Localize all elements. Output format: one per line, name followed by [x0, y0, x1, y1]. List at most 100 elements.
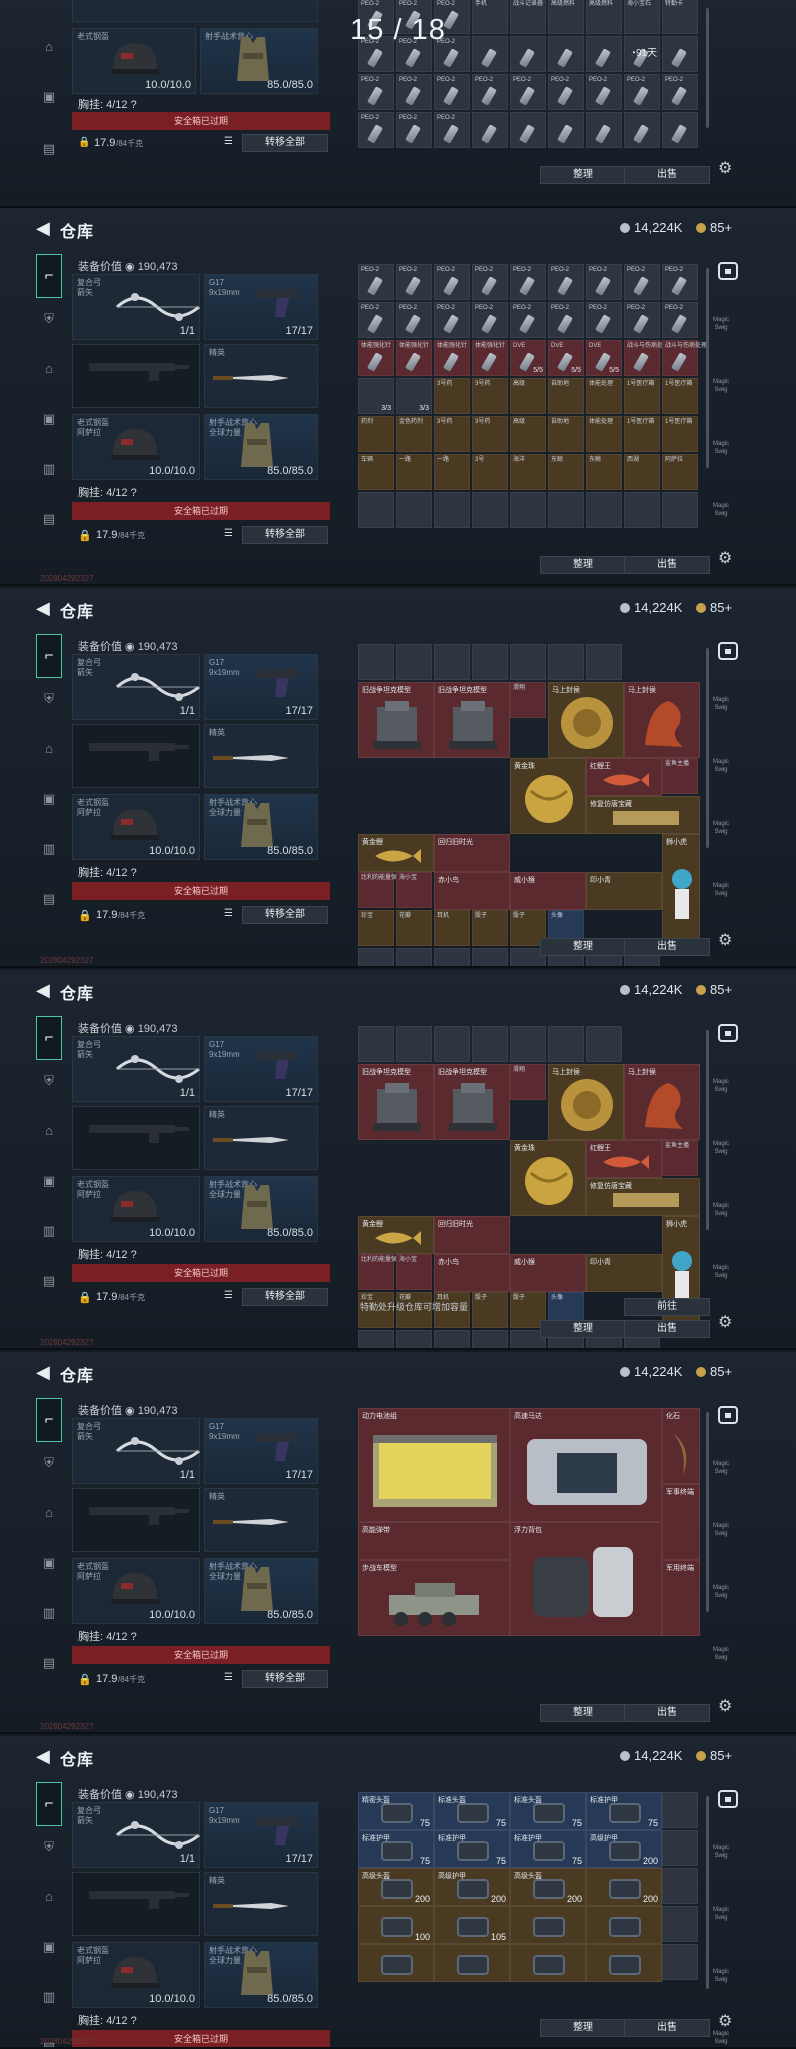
toolbox-tab-icon[interactable]: ▤ — [40, 1272, 58, 1290]
inventory-item[interactable]: 马上封侯 — [624, 682, 700, 758]
inventory-item[interactable]: 精密头盔 75 — [358, 1792, 434, 1830]
inventory-item[interactable] — [586, 1944, 662, 1982]
inventory-item[interactable]: 步战车模型 — [358, 1560, 510, 1636]
inventory-item[interactable]: PEO-2 — [586, 302, 622, 338]
helmet-slot[interactable]: 老式钢盔 阿萨拉 10.0/10.0 — [72, 414, 200, 480]
inventory-item[interactable]: 黄金鲤 — [358, 1216, 434, 1254]
inventory-item[interactable]: 滑翔 — [510, 1064, 546, 1100]
gold-currency[interactable]: 85+ — [696, 982, 732, 997]
helmet-tab-icon[interactable]: ⌂ — [40, 740, 58, 758]
sort-button[interactable]: 整理 — [540, 2019, 626, 2037]
bag-tab-icon[interactable]: ▥ — [40, 460, 58, 478]
primary-weapon-slot[interactable]: 复合弓 箭矢 1/1 — [72, 274, 200, 340]
backpack-tab-icon[interactable]: ▣ — [40, 1938, 58, 1956]
inventory-item[interactable]: PEO-2 — [548, 74, 584, 110]
inventory-item[interactable]: PEO-2 — [434, 74, 470, 110]
inventory-item[interactable]: 1号医疗箱 — [624, 416, 660, 452]
back-icon[interactable]: ◀ — [36, 218, 50, 239]
inventory-item[interactable]: 耳机 — [434, 910, 470, 946]
inventory-item[interactable] — [396, 644, 432, 680]
helmet-slot[interactable]: 老式钢盔 阿萨拉 10.0/10.0 — [72, 1942, 200, 2008]
backpack-tab-icon[interactable]: ▣ — [40, 1554, 58, 1572]
inventory-item[interactable] — [586, 1906, 662, 1944]
inventory-item[interactable]: PEO-2 — [396, 264, 432, 300]
inventory-item[interactable] — [358, 492, 394, 528]
inventory-item[interactable]: PEO-2 — [358, 112, 394, 148]
sort-button[interactable]: 整理 — [540, 166, 626, 184]
inventory-item[interactable]: PEO-2 — [510, 302, 546, 338]
inventory-item[interactable]: 黄金鲤 — [358, 834, 434, 872]
sell-button[interactable]: 出售 — [624, 938, 710, 956]
inventory-item[interactable]: PEO-2 — [662, 264, 698, 300]
inventory-item[interactable]: 比利的能量弹 — [358, 872, 397, 908]
inventory-item[interactable]: PEO-2 — [396, 74, 432, 110]
back-icon[interactable]: ◀ — [36, 980, 50, 1001]
inventory-item[interactable]: 3号药 — [434, 416, 470, 452]
chest-rig[interactable]: 胸挂: 4/12 ? — [78, 2012, 318, 2030]
inventory-item[interactable]: PEO-2 — [434, 112, 470, 148]
inventory-item[interactable]: 高级头盔 200 — [510, 1868, 586, 1906]
pistol-slot[interactable]: G17 9x19mm 17/17 — [204, 654, 318, 720]
inventory-item[interactable] — [358, 1944, 434, 1982]
armor-tab-icon[interactable]: ⛨ — [40, 690, 58, 708]
pistol-slot[interactable]: G17 9x19mm 17/17 — [204, 1418, 318, 1484]
inventory-item[interactable]: 赤小鸟 — [434, 872, 510, 910]
inventory-item[interactable]: PEO-2 — [358, 264, 394, 300]
inventory-item[interactable] — [662, 492, 698, 528]
inventory-item[interactable]: 药剂 — [358, 416, 394, 452]
storage-mode-icon[interactable] — [718, 1790, 738, 1808]
inventory-item[interactable]: 骰子 — [472, 910, 508, 946]
primary-weapon-slot[interactable]: 复合弓 箭矢 1/1 — [72, 1802, 200, 1868]
inventory-item[interactable]: 体能强化针 — [358, 340, 394, 376]
inventory-item[interactable]: 马上封侯 — [548, 1064, 624, 1140]
armor-slot[interactable]: 射手战术背心 全球力量 85.0/85.0 — [204, 414, 318, 480]
inventory-item[interactable]: 体能强化针 — [472, 340, 508, 376]
helmet-tab-icon[interactable]: ⌂ — [40, 1122, 58, 1140]
inventory-item[interactable] — [358, 948, 394, 966]
inventory-item[interactable] — [662, 1868, 698, 1904]
inventory-item[interactable]: 东鲸 — [548, 454, 584, 490]
inventory-item[interactable]: PEO-2 — [624, 264, 660, 300]
inventory-item[interactable] — [434, 1026, 470, 1062]
rifle-slot[interactable] — [72, 1106, 200, 1170]
melee-slot[interactable]: 精英 — [204, 1106, 318, 1170]
primary-weapon-slot[interactable]: 复合弓 箭矢 1/1 — [72, 654, 200, 720]
chest-rig[interactable]: 胸挂: 4/12 ? — [78, 484, 318, 502]
armor-slot[interactable]: 射手战术背心 全球力量 85.0/85.0 — [204, 1176, 318, 1242]
rifle-slot[interactable] — [72, 344, 200, 408]
inventory-item[interactable]: 标准头盔 75 — [510, 1792, 586, 1830]
back-icon[interactable]: ◀ — [36, 598, 50, 619]
inventory-item[interactable]: 1号医疗箱 — [624, 378, 660, 414]
sell-button[interactable]: 出售 — [624, 1704, 710, 1722]
inventory-item[interactable] — [472, 492, 508, 528]
inventory-item[interactable]: 体能处理 — [586, 416, 622, 452]
inventory-item[interactable]: 标准护甲 75 — [510, 1830, 586, 1868]
armor-tab-icon[interactable]: ⛨ — [40, 1454, 58, 1472]
inventory-item[interactable] — [586, 112, 622, 148]
inventory-item[interactable]: 高速马达 — [510, 1408, 662, 1522]
transfer-all-button[interactable]: 转移全部 — [242, 134, 328, 152]
bag-tab-icon[interactable]: ▥ — [40, 1988, 58, 2006]
inventory-item[interactable] — [662, 1906, 698, 1942]
inventory-item[interactable]: DVE 5/5 — [586, 340, 622, 376]
safebox-warning[interactable]: 安全箱已过期 — [72, 882, 330, 900]
inventory-item[interactable]: 动力电池组 — [358, 1408, 510, 1522]
inventory-item[interactable] — [396, 1026, 432, 1062]
gold-currency[interactable]: 85+ — [696, 600, 732, 615]
inventory-item[interactable]: 珍宝 — [358, 910, 394, 946]
inventory-item[interactable]: 3号药 — [472, 378, 508, 414]
inventory-item[interactable]: 旧战争坦克模型 — [434, 682, 510, 758]
inventory-item[interactable]: 海洋 — [510, 454, 546, 490]
inventory-item[interactable]: 自助地 — [548, 378, 584, 414]
inventory-item[interactable]: DVE 5/5 — [510, 340, 546, 376]
inventory-item[interactable]: 浮力背包 — [510, 1522, 662, 1636]
inventory-item[interactable]: 1号医疗箱 — [662, 416, 698, 452]
gold-currency[interactable]: 85+ — [696, 1748, 732, 1763]
inventory-item[interactable]: PEO-2 — [510, 264, 546, 300]
rifle-slot[interactable] — [72, 1488, 200, 1552]
inventory-item[interactable] — [434, 644, 470, 680]
inventory-item[interactable]: 3号药 — [472, 416, 508, 452]
inventory-item[interactable] — [510, 1906, 586, 1944]
inventory-item[interactable]: PEO-2 — [624, 74, 660, 110]
inventory-item[interactable]: 3号药 — [434, 378, 470, 414]
